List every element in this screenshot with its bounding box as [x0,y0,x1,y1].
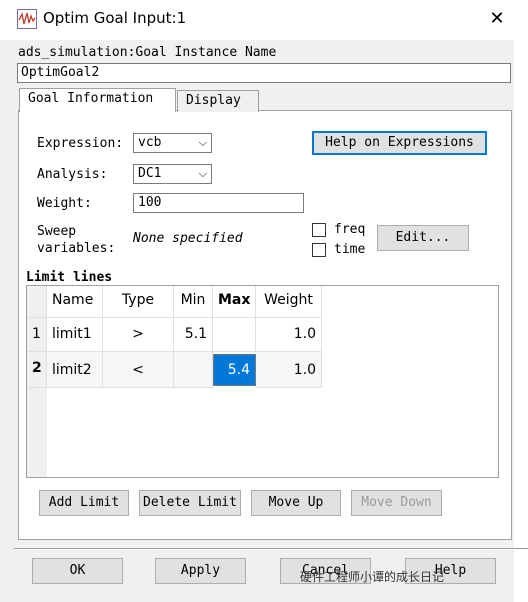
cell-name[interactable]: limit2 [47,352,103,388]
cell-min[interactable]: 5.1 [174,318,213,352]
delete-limit-button[interactable]: Delete Limit [139,490,241,516]
cell-weight[interactable]: 1.0 [256,318,322,352]
ok-button[interactable]: OK [32,558,123,584]
sweep-label: Sweep [37,224,77,239]
expression-combo[interactable]: vcb ⌵ [133,133,212,153]
column-header-type[interactable]: Type [103,286,174,318]
expression-value: vcb [138,135,162,150]
expression-label: Expression: [37,136,124,151]
cell-name[interactable]: limit1 [47,318,103,352]
row-header[interactable]: 2 [27,352,47,388]
chevron-down-icon: ⌵ [198,167,207,180]
app-icon [17,9,37,29]
sweep-variables-label: variables: [37,241,116,256]
close-icon[interactable]: ✕ [482,6,512,32]
column-header-max[interactable]: Max [213,286,256,318]
time-checkbox[interactable] [312,243,326,257]
move-down-button[interactable]: Move Down [351,490,442,516]
divider-highlight [14,549,528,550]
cell-max[interactable] [213,318,256,352]
analysis-value: DC1 [138,166,162,181]
add-limit-button[interactable]: Add Limit [39,490,129,516]
cell-min[interactable] [174,352,213,388]
limit-lines-title: Limit lines [26,270,113,285]
apply-button[interactable]: Apply [155,558,246,584]
time-label: time [334,242,366,257]
watermark-text: 硬件工程师小谭的成长日记 [300,570,445,584]
move-up-button[interactable]: Move Up [251,490,341,516]
cell-weight[interactable]: 1.0 [256,352,322,388]
edit-button[interactable]: Edit... [377,225,469,251]
freq-checkbox[interactable] [312,223,326,237]
cell-type[interactable]: < [103,352,174,388]
instance-name-label: ads_simulation:Goal Instance Name [18,45,277,60]
column-header-weight[interactable]: Weight [256,286,322,318]
right-edge [514,40,528,602]
analysis-label: Analysis: [37,167,108,182]
table-corner [27,286,47,318]
limit-lines-table: Name Type Min Max Weight 1 limit1 > 5.1 … [26,285,499,478]
tab-goal-information[interactable]: Goal Information [19,88,176,112]
window-title: Optim Goal Input:1 [43,9,187,27]
sweep-value: None specified [133,231,243,246]
weight-input[interactable]: 100 [133,193,304,213]
help-on-expressions-button[interactable]: Help on Expressions [312,131,487,155]
column-header-name[interactable]: Name [47,286,103,318]
cell-max-selected[interactable]: 5.4 [213,354,256,386]
column-header-min[interactable]: Min [174,286,213,318]
freq-label: freq [334,222,366,237]
cell-type[interactable]: > [103,318,174,352]
row-header-strip [27,388,47,477]
chevron-down-icon: ⌵ [198,136,207,149]
weight-label: Weight: [37,196,92,211]
analysis-combo[interactable]: DC1 ⌵ [133,164,212,184]
instance-name-input[interactable]: OptimGoal2 [17,63,511,83]
tab-display[interactable]: Display [177,90,259,112]
row-header[interactable]: 1 [27,318,47,352]
